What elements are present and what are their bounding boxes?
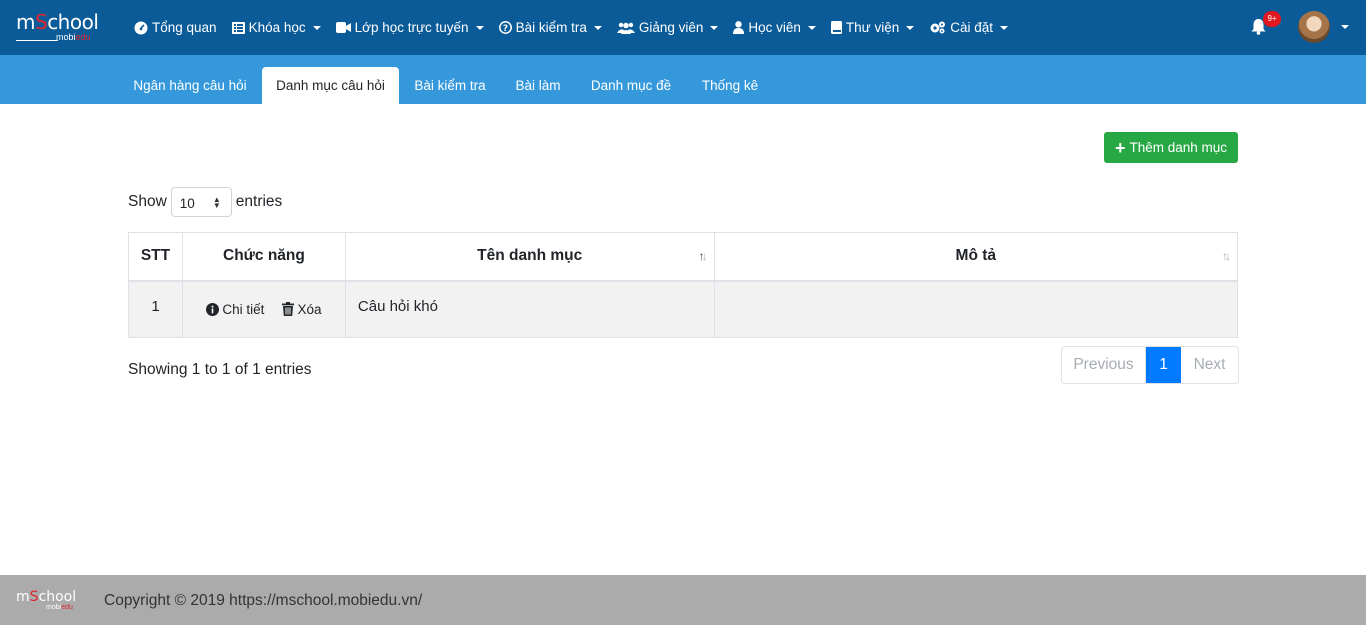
nav-hoc-vien[interactable]: Học viên	[733, 20, 816, 35]
info-circle-icon	[206, 302, 220, 316]
nav-thu-vien[interactable]: Thư viện	[830, 20, 915, 35]
entries-select[interactable]: 10 ▲ ▼	[170, 187, 232, 217]
course-list-icon	[231, 21, 245, 34]
nav-lop-hoc-truc-tuyen[interactable]: Lớp học trực tuyến	[335, 20, 484, 35]
chevron-down-icon	[312, 25, 321, 30]
column-header-ten-danh-muc[interactable]: Tên danh mục ↑↓	[344, 232, 715, 282]
cell-category-name: Câu hỏi khó	[344, 280, 715, 338]
chevron-down-icon	[807, 25, 816, 30]
main-menu: Tổng quan Khóa học Lớp học trực tuyến ? …	[134, 0, 1023, 55]
chevron-down-icon	[906, 25, 915, 30]
chevron-down-icon	[710, 25, 719, 30]
detail-button[interactable]: Chi tiết	[206, 302, 264, 317]
next-page-button[interactable]: Next	[1181, 347, 1238, 383]
cell-stt: 1	[128, 280, 183, 338]
select-arrows-icon: ▲ ▼	[212, 195, 221, 210]
entries-label: entries	[235, 193, 283, 210]
pagination: Previous 1 Next	[1061, 346, 1239, 384]
sub-navbar: Ngân hàng câu hỏi Danh mục câu hỏi Bài k…	[0, 55, 1366, 104]
mschool-logo[interactable]: mSchool mobiedu	[16, 12, 112, 46]
chevron-down-icon	[1000, 25, 1009, 30]
svg-text:?: ?	[502, 24, 507, 34]
cell-actions: Chi tiết Xóa	[181, 280, 346, 338]
user-icon	[733, 21, 745, 34]
nav-cai-dat[interactable]: Cài đặt	[929, 20, 1009, 35]
plus-icon: +	[1114, 137, 1126, 158]
entries-length-control: Show 10 ▲ ▼ entries	[128, 187, 282, 217]
footer: mSchool mobiedu Copyright © 2019 https:/…	[0, 575, 1366, 625]
previous-page-button[interactable]: Previous	[1062, 347, 1146, 383]
tab-bai-lam[interactable]: Bài làm	[504, 67, 572, 104]
tab-danh-muc-cau-hoi[interactable]: Danh mục câu hỏi	[262, 67, 399, 104]
column-header-mo-ta[interactable]: Mô tả ↑↓	[713, 232, 1239, 282]
page-1-button[interactable]: 1	[1146, 347, 1181, 383]
sort-icon[interactable]: ↑↓	[699, 249, 708, 263]
chevron-down-icon[interactable]	[1341, 25, 1349, 29]
column-header-stt: STT	[128, 232, 183, 282]
show-label: Show	[128, 193, 167, 210]
tab-ngan-hang-cau-hoi[interactable]: Ngân hàng câu hỏi	[120, 67, 260, 104]
chevron-down-icon	[593, 25, 602, 30]
tab-bai-kiem-tra[interactable]: Bài kiểm tra	[402, 67, 498, 104]
cogs-icon	[930, 21, 946, 34]
trash-icon	[282, 302, 295, 316]
table-info: Showing 1 to 1 of 1 entries	[128, 361, 312, 378]
footer-logo: mSchool mobiedu	[16, 589, 77, 611]
nav-tong-quan[interactable]: Tổng quan	[134, 20, 217, 35]
nav-giang-vien[interactable]: Giảng viên	[616, 20, 719, 35]
add-category-button[interactable]: + Thêm danh mục	[1104, 132, 1238, 163]
avatar[interactable]	[1298, 11, 1330, 43]
cell-description	[713, 280, 1239, 338]
chevron-down-icon	[475, 25, 484, 30]
top-navbar: mSchool mobiedu Tổng quan Khóa học Lớp h…	[0, 0, 1366, 55]
copyright-text: Copyright © 2019 https://mschool.mobiedu…	[104, 592, 423, 609]
table-row: 1 Chi tiết Xóa Câu hỏi khó	[128, 280, 1239, 338]
sort-icon[interactable]: ↑↓	[1222, 249, 1231, 263]
category-table: STT Chức năng Tên danh mục ↑↓ Mô tả ↑↓ 1…	[128, 232, 1239, 338]
video-camera-icon	[335, 22, 351, 33]
column-header-chuc-nang: Chức năng	[181, 232, 346, 282]
tab-danh-muc-de[interactable]: Danh mục đề	[580, 67, 682, 104]
nav-khoa-hoc[interactable]: Khóa học	[231, 20, 321, 35]
nav-bai-kiem-tra[interactable]: ? Bài kiểm tra	[498, 20, 602, 35]
tab-thong-ke[interactable]: Thống kê	[690, 67, 770, 104]
book-icon	[830, 21, 842, 34]
question-circle-icon: ?	[498, 21, 512, 34]
dashboard-icon	[134, 21, 148, 34]
users-icon	[616, 22, 635, 34]
delete-button[interactable]: Xóa	[282, 302, 321, 317]
notification-badge: 9+	[1263, 11, 1281, 27]
